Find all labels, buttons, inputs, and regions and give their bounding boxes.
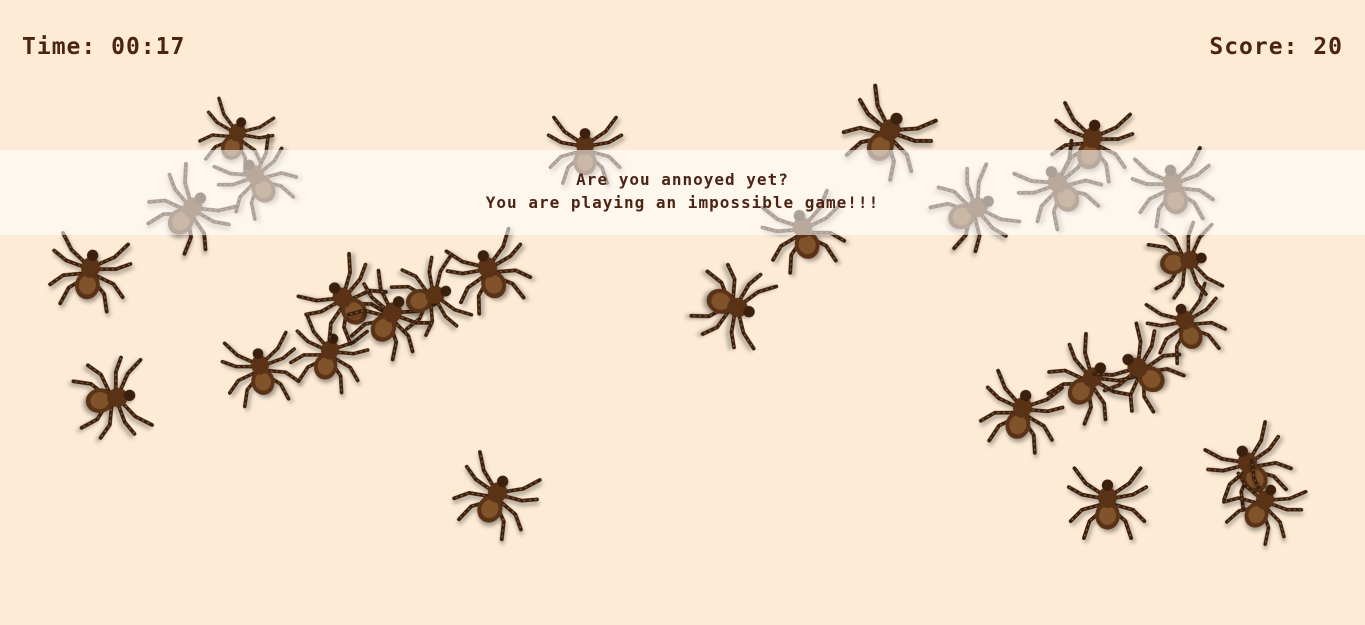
score-value: 20 (1313, 34, 1343, 60)
message-line-2: You are playing an impossible game!!! (485, 193, 880, 212)
time-label: Time: (22, 34, 97, 60)
score-display: Score: 20 (1209, 34, 1343, 60)
spider-12[interactable] (441, 436, 554, 549)
spider-26[interactable] (1065, 455, 1150, 540)
time-display: Time: 00:17 (22, 34, 185, 60)
tarantula-icon (1066, 466, 1149, 540)
spider-5[interactable] (68, 348, 166, 446)
time-value: 00:17 (111, 34, 186, 60)
score-label: Score: (1209, 34, 1299, 60)
message-line-1: Are you annoyed yet? (576, 170, 789, 189)
tarantula-icon (452, 450, 542, 542)
tarantula-icon (71, 355, 154, 440)
game-area[interactable]: Time: 00:17 Score: 20 Are you annoyed ye… (0, 0, 1365, 625)
